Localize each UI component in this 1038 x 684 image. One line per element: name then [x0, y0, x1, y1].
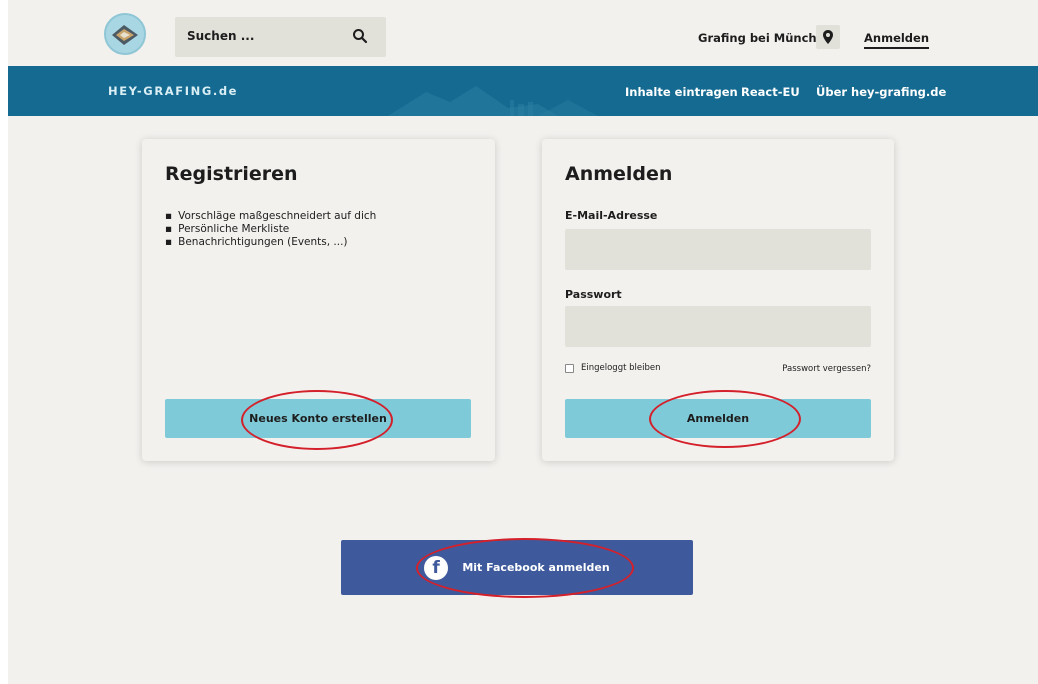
facebook-glyph: f — [432, 557, 440, 578]
benefit-item: Persönliche Merkliste — [165, 223, 376, 236]
facebook-login-button[interactable]: f Mit Facebook anmelden — [341, 540, 693, 595]
nav-link-react-eu[interactable]: React-EU — [741, 85, 800, 99]
register-title: Registrieren — [165, 163, 298, 185]
location-pin-icon — [823, 30, 833, 44]
remember-checkbox[interactable] — [565, 363, 574, 373]
benefit-item: Benachrichtigungen (Events, ...) — [165, 236, 376, 249]
register-benefits-list: Vorschläge maßgeschneidert auf dich Pers… — [165, 210, 376, 249]
login-card: Anmelden E-Mail-Adresse Passwort Eingelo… — [542, 139, 894, 461]
search-input[interactable]: Suchen ... — [187, 29, 254, 43]
top-header: Suchen ... Grafing bei München Anmelden — [8, 0, 1038, 66]
facebook-login-label: Mit Facebook anmelden — [462, 561, 610, 574]
page: Suchen ... Grafing bei München Anmelden … — [8, 0, 1038, 684]
email-field[interactable] — [565, 229, 871, 270]
login-button[interactable]: Anmelden — [565, 399, 871, 438]
create-account-button[interactable]: Neues Konto erstellen — [165, 399, 471, 438]
nav-band: HEY-GRAFING.de Inhalte eintragen React-E… — [8, 66, 1038, 116]
nav-link-inhalte-eintragen[interactable]: Inhalte eintragen — [625, 85, 738, 99]
mountain-skyline-decoration — [388, 86, 598, 116]
facebook-icon: f — [424, 555, 449, 580]
email-label: E-Mail-Adresse — [565, 209, 658, 222]
password-field[interactable] — [565, 306, 871, 347]
password-label: Passwort — [565, 288, 622, 301]
benefit-item: Vorschläge maßgeschneidert auf dich — [165, 210, 376, 223]
login-title: Anmelden — [565, 163, 673, 185]
register-card: Registrieren Vorschläge maßgeschneidert … — [142, 139, 495, 461]
location-button[interactable] — [816, 25, 840, 49]
location-label: Grafing bei München — [698, 31, 833, 45]
search-box[interactable]: Suchen ... — [175, 17, 386, 57]
site-logo[interactable] — [104, 13, 146, 55]
remember-label: Eingeloggt bleiben — [581, 363, 661, 373]
brand-name[interactable]: HEY-GRAFING.de — [108, 84, 238, 98]
remember-me[interactable]: Eingeloggt bleiben — [565, 363, 661, 373]
forgot-password-link[interactable]: Passwort vergessen? — [782, 364, 871, 374]
search-icon[interactable] — [352, 28, 368, 44]
header-login-link[interactable]: Anmelden — [864, 31, 930, 49]
nav-link-about[interactable]: Über hey-grafing.de — [816, 85, 946, 99]
